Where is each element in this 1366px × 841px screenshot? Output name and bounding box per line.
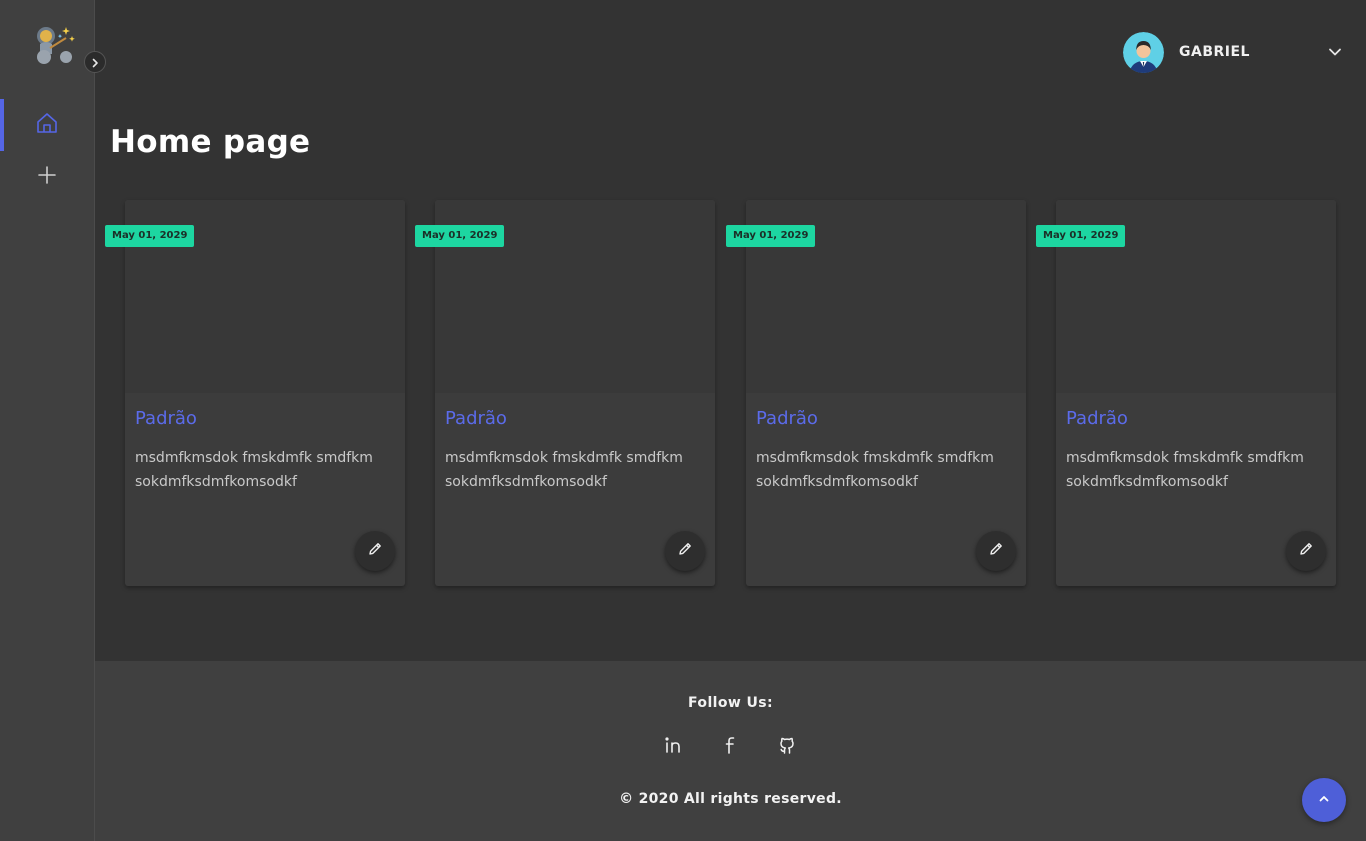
user-menu[interactable]: GABRIEL bbox=[1123, 31, 1355, 73]
home-icon bbox=[35, 111, 59, 139]
follow-us-label: Follow Us: bbox=[688, 695, 773, 711]
edit-button[interactable] bbox=[665, 531, 705, 571]
date-badge: May 01, 2029 bbox=[105, 225, 195, 247]
user-avatar bbox=[1123, 31, 1164, 73]
sidebar-item-add[interactable] bbox=[0, 151, 94, 203]
copyright-text: © 2020 All rights reserved. bbox=[619, 791, 842, 807]
social-links bbox=[95, 733, 1366, 757]
card-title[interactable]: Padrão bbox=[135, 408, 197, 429]
card-description: msdmfkmsdok fmskdmfk smdfkm sokdmfksdmfk… bbox=[1066, 450, 1304, 490]
chevron-right-icon bbox=[90, 53, 100, 72]
astronaut-logo-icon[interactable] bbox=[32, 22, 78, 68]
user-name: GABRIEL bbox=[1179, 44, 1250, 60]
pencil-icon bbox=[677, 541, 693, 561]
card: May 01, 2029 Padrão msdmfkmsdok fmskdmfk… bbox=[415, 200, 715, 586]
linkedin-icon[interactable] bbox=[662, 733, 686, 757]
pencil-icon bbox=[988, 541, 1004, 561]
pencil-icon bbox=[367, 541, 383, 561]
sidebar-collapse-button[interactable] bbox=[84, 51, 106, 73]
card-title[interactable]: Padrão bbox=[756, 408, 818, 429]
plus-icon bbox=[36, 164, 58, 190]
card-title[interactable]: Padrão bbox=[445, 408, 507, 429]
github-icon[interactable] bbox=[775, 733, 799, 757]
footer: Follow Us: © 2020 All rights reserved. bbox=[95, 661, 1366, 841]
edit-button[interactable] bbox=[355, 531, 395, 571]
card: May 01, 2029 Padrão msdmfkmsdok fmskdmfk… bbox=[1036, 200, 1336, 586]
card-description: msdmfkmsdok fmskdmfk smdfkm sokdmfksdmfk… bbox=[135, 450, 373, 490]
date-badge: May 01, 2029 bbox=[415, 225, 505, 247]
sidebar-item-home[interactable] bbox=[0, 99, 94, 151]
date-badge: May 01, 2029 bbox=[726, 225, 816, 247]
page-title: Home page bbox=[110, 124, 311, 160]
back-to-top-button[interactable] bbox=[1302, 778, 1346, 822]
edit-button[interactable] bbox=[976, 531, 1016, 571]
card: May 01, 2029 Padrão msdmfkmsdok fmskdmfk… bbox=[726, 200, 1026, 586]
card-description: msdmfkmsdok fmskdmfk smdfkm sokdmfksdmfk… bbox=[445, 450, 683, 490]
card: May 01, 2029 Padrão msdmfkmsdok fmskdmfk… bbox=[105, 200, 405, 586]
date-badge: May 01, 2029 bbox=[1036, 225, 1126, 247]
card-title[interactable]: Padrão bbox=[1066, 408, 1128, 429]
edit-button[interactable] bbox=[1286, 531, 1326, 571]
facebook-icon[interactable] bbox=[719, 733, 743, 757]
chevron-down-icon[interactable] bbox=[1327, 44, 1343, 60]
pencil-icon bbox=[1298, 541, 1314, 561]
card-description: msdmfkmsdok fmskdmfk smdfkm sokdmfksdmfk… bbox=[756, 450, 994, 490]
sidebar bbox=[0, 0, 95, 841]
chevron-up-icon bbox=[1317, 791, 1331, 810]
